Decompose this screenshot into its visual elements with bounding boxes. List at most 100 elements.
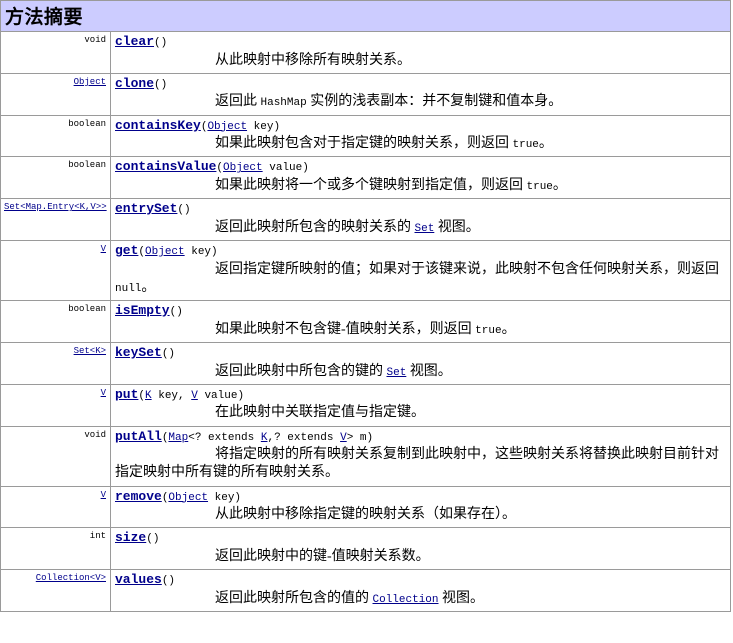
method-name-link[interactable]: values [115,572,162,587]
description-text: 在此映射中关联指定值与指定键。 [215,405,425,421]
method-summary-row: Vget(Object key) 返回指定键所映射的值；如果对于该键来说，此映射不… [0,240,731,302]
description-text: 返回此映射所包含的映射关系的 [215,219,415,235]
return-type-cell: Set<K> [0,341,111,385]
method-name-link[interactable]: size [115,530,146,545]
method-description: 从此映射中移除所有映射关系。 [115,52,726,70]
method-parameters: (K key, V value) [138,390,244,402]
method-detail-cell: get(Object key) 返回指定键所映射的值；如果对于该键来说，此映射不包… [110,240,731,302]
description-code: true [475,324,502,337]
param-text: ,? extends [267,431,341,444]
method-description: 从此映射中移除指定键的映射关系（如果存在）。 [115,506,726,524]
return-type-cell: boolean [0,300,111,343]
method-detail-cell: clear() 从此映射中移除所有映射关系。 [110,31,731,74]
method-parameters: () [162,348,175,360]
description-text-suffix: 视图。 [434,219,480,235]
param-type-link[interactable]: Object [223,162,263,174]
return-type-text: boolean [68,304,106,315]
method-summary-row: boolean containsKey(Object key) 如果此映射包含对于指… [0,114,731,158]
return-type-link[interactable]: V [101,244,106,254]
description-link[interactable]: Set [387,367,407,379]
return-type-link[interactable]: Collection<V> [36,573,106,583]
method-signature: isEmpty() [115,303,726,320]
method-description: 如果此映射包含对于指定键的映射关系，则返回 true。 [115,135,726,153]
method-summary-row: void putAll(Map<? extends K,? extends V> … [0,425,731,487]
param-text: () [154,78,168,91]
method-detail-cell: containsValue(Object value) 如果此映射将一个或多个键映… [110,156,731,200]
method-name-link[interactable]: keySet [115,345,162,360]
method-detail-cell: clone() 返回此 HashMap 实例的浅表副本：并不复制键和值本身。 [110,72,731,116]
method-detail-cell: containsKey(Object key) 如果此映射包含对于指定键的映射关系… [110,114,731,158]
method-summary-row: boolean containsValue(Object value) 如果此映射将… [0,156,731,200]
description-link[interactable]: Set [415,223,435,235]
param-text: () [161,347,176,360]
method-summary-row: Collection<V> values() 返回此映射所包含的值的 Collect… [0,569,731,612]
description-text: 返回指定键所映射的值；如果对于该键来说，此映射不包含任何映射关系，则返回 [215,261,719,277]
method-description: 将指定映射的所有映射关系复制到此映射中，这些映射关系将替换此映射目前针对指定映射… [115,446,726,482]
method-detail-cell: remove(Object key) 从此映射中移除指定键的映射关系（如果存在）。 [110,485,731,529]
method-summary-table: 方法摘要 void clear() 从此映射中移除所有映射关系。 Object clon… [0,0,731,612]
method-description: 在此映射中关联指定值与指定键。 [115,404,726,422]
param-text: key) [208,491,242,504]
method-name-link[interactable]: put [115,387,138,402]
method-name-link[interactable]: clone [115,76,154,91]
param-type-link[interactable]: Map [168,432,188,444]
method-name-link[interactable]: clear [115,34,154,49]
method-parameters: (Object value) [216,162,308,174]
method-summary-row: Vput(K key, V value) 在此映射中关联指定值与指定键。 [0,383,731,427]
return-type-text: boolean [68,160,106,171]
method-signature: clone() [115,76,726,93]
method-signature: containsKey(Object key) [115,118,726,135]
method-name-link[interactable]: containsValue [115,159,216,174]
method-summary-row: Set<Map.Entry<K,V>> entrySet() 返回此映射所包含的映射… [0,198,731,242]
method-name-link[interactable]: isEmpty [115,303,170,318]
method-summary-body: 方法摘要 void clear() 从此映射中移除所有映射关系。 Object clon… [0,0,731,612]
return-type-text: int [89,531,106,542]
method-name-link[interactable]: remove [115,489,162,504]
param-type-link[interactable]: V [340,432,347,444]
method-signature: putAll(Map<? extends K,? extends V> m) [115,429,726,446]
return-type-link[interactable]: Object [74,77,106,87]
description-text-tail: 。 [538,136,553,152]
description-code: null [115,282,142,295]
param-type-link[interactable]: Object [207,121,247,133]
description-text: 返回此映射中的键-值映射关系数。 [215,548,430,564]
param-text: > m) [346,431,374,444]
description-link[interactable]: Collection [373,594,439,606]
return-type-cell: boolean [0,156,111,200]
param-type-link[interactable]: Object [168,492,208,504]
return-type-link[interactable]: V [101,388,106,398]
param-type-link[interactable]: V [191,390,198,402]
description-text-suffix: 视图。 [406,363,452,379]
description-text: 如果此映射包含对于指定键的映射关系，则返回 [215,136,513,152]
return-type-link[interactable]: Set<Map.Entry<K,V>> [4,202,107,212]
method-description: 返回指定键所映射的值；如果对于该键来说，此映射不包含任何映射关系，则返回 nul… [115,261,726,297]
param-type-link[interactable]: Object [145,246,185,258]
return-type-text: void [84,429,106,440]
method-summary-header-cell: 方法摘要 [0,0,731,32]
method-parameters: () [162,575,175,587]
method-summary-row: Object clone() 返回此 HashMap 实例的浅表副本：并不复制键和值… [0,72,731,116]
method-signature: clear() [115,34,726,51]
method-name-link[interactable]: putAll [115,429,162,444]
method-parameters: (Object key) [201,121,280,133]
return-type-link[interactable]: V [101,490,106,500]
method-name-link[interactable]: containsKey [115,118,201,133]
param-text: value) [262,162,309,175]
param-type-link[interactable]: K [145,390,152,402]
description-text: 返回此映射所包含的值的 [215,590,373,606]
param-text: () [146,533,160,546]
method-detail-cell: entrySet() 返回此映射所包含的映射关系的 Set 视图。 [110,198,731,242]
param-text: key) [247,120,281,133]
return-type-cell: boolean [0,114,111,158]
method-signature: entrySet() [115,201,726,218]
method-summary-header-row: 方法摘要 [0,0,731,32]
method-name-link[interactable]: entrySet [115,201,177,216]
method-detail-cell: isEmpty() 如果此映射不包含键-值映射关系，则返回 true。 [110,300,731,343]
method-summary-row: void clear() 从此映射中移除所有映射关系。 [0,31,731,74]
return-type-link[interactable]: Set<K> [74,346,106,356]
method-name-link[interactable]: get [115,243,138,258]
description-text-tail: 。 [501,321,516,337]
method-detail-cell: keySet() 返回此映射中所包含的键的 Set 视图。 [110,341,731,385]
method-description: 返回此映射中所包含的键的 Set 视图。 [115,363,726,381]
return-type-cell: void [0,31,111,74]
